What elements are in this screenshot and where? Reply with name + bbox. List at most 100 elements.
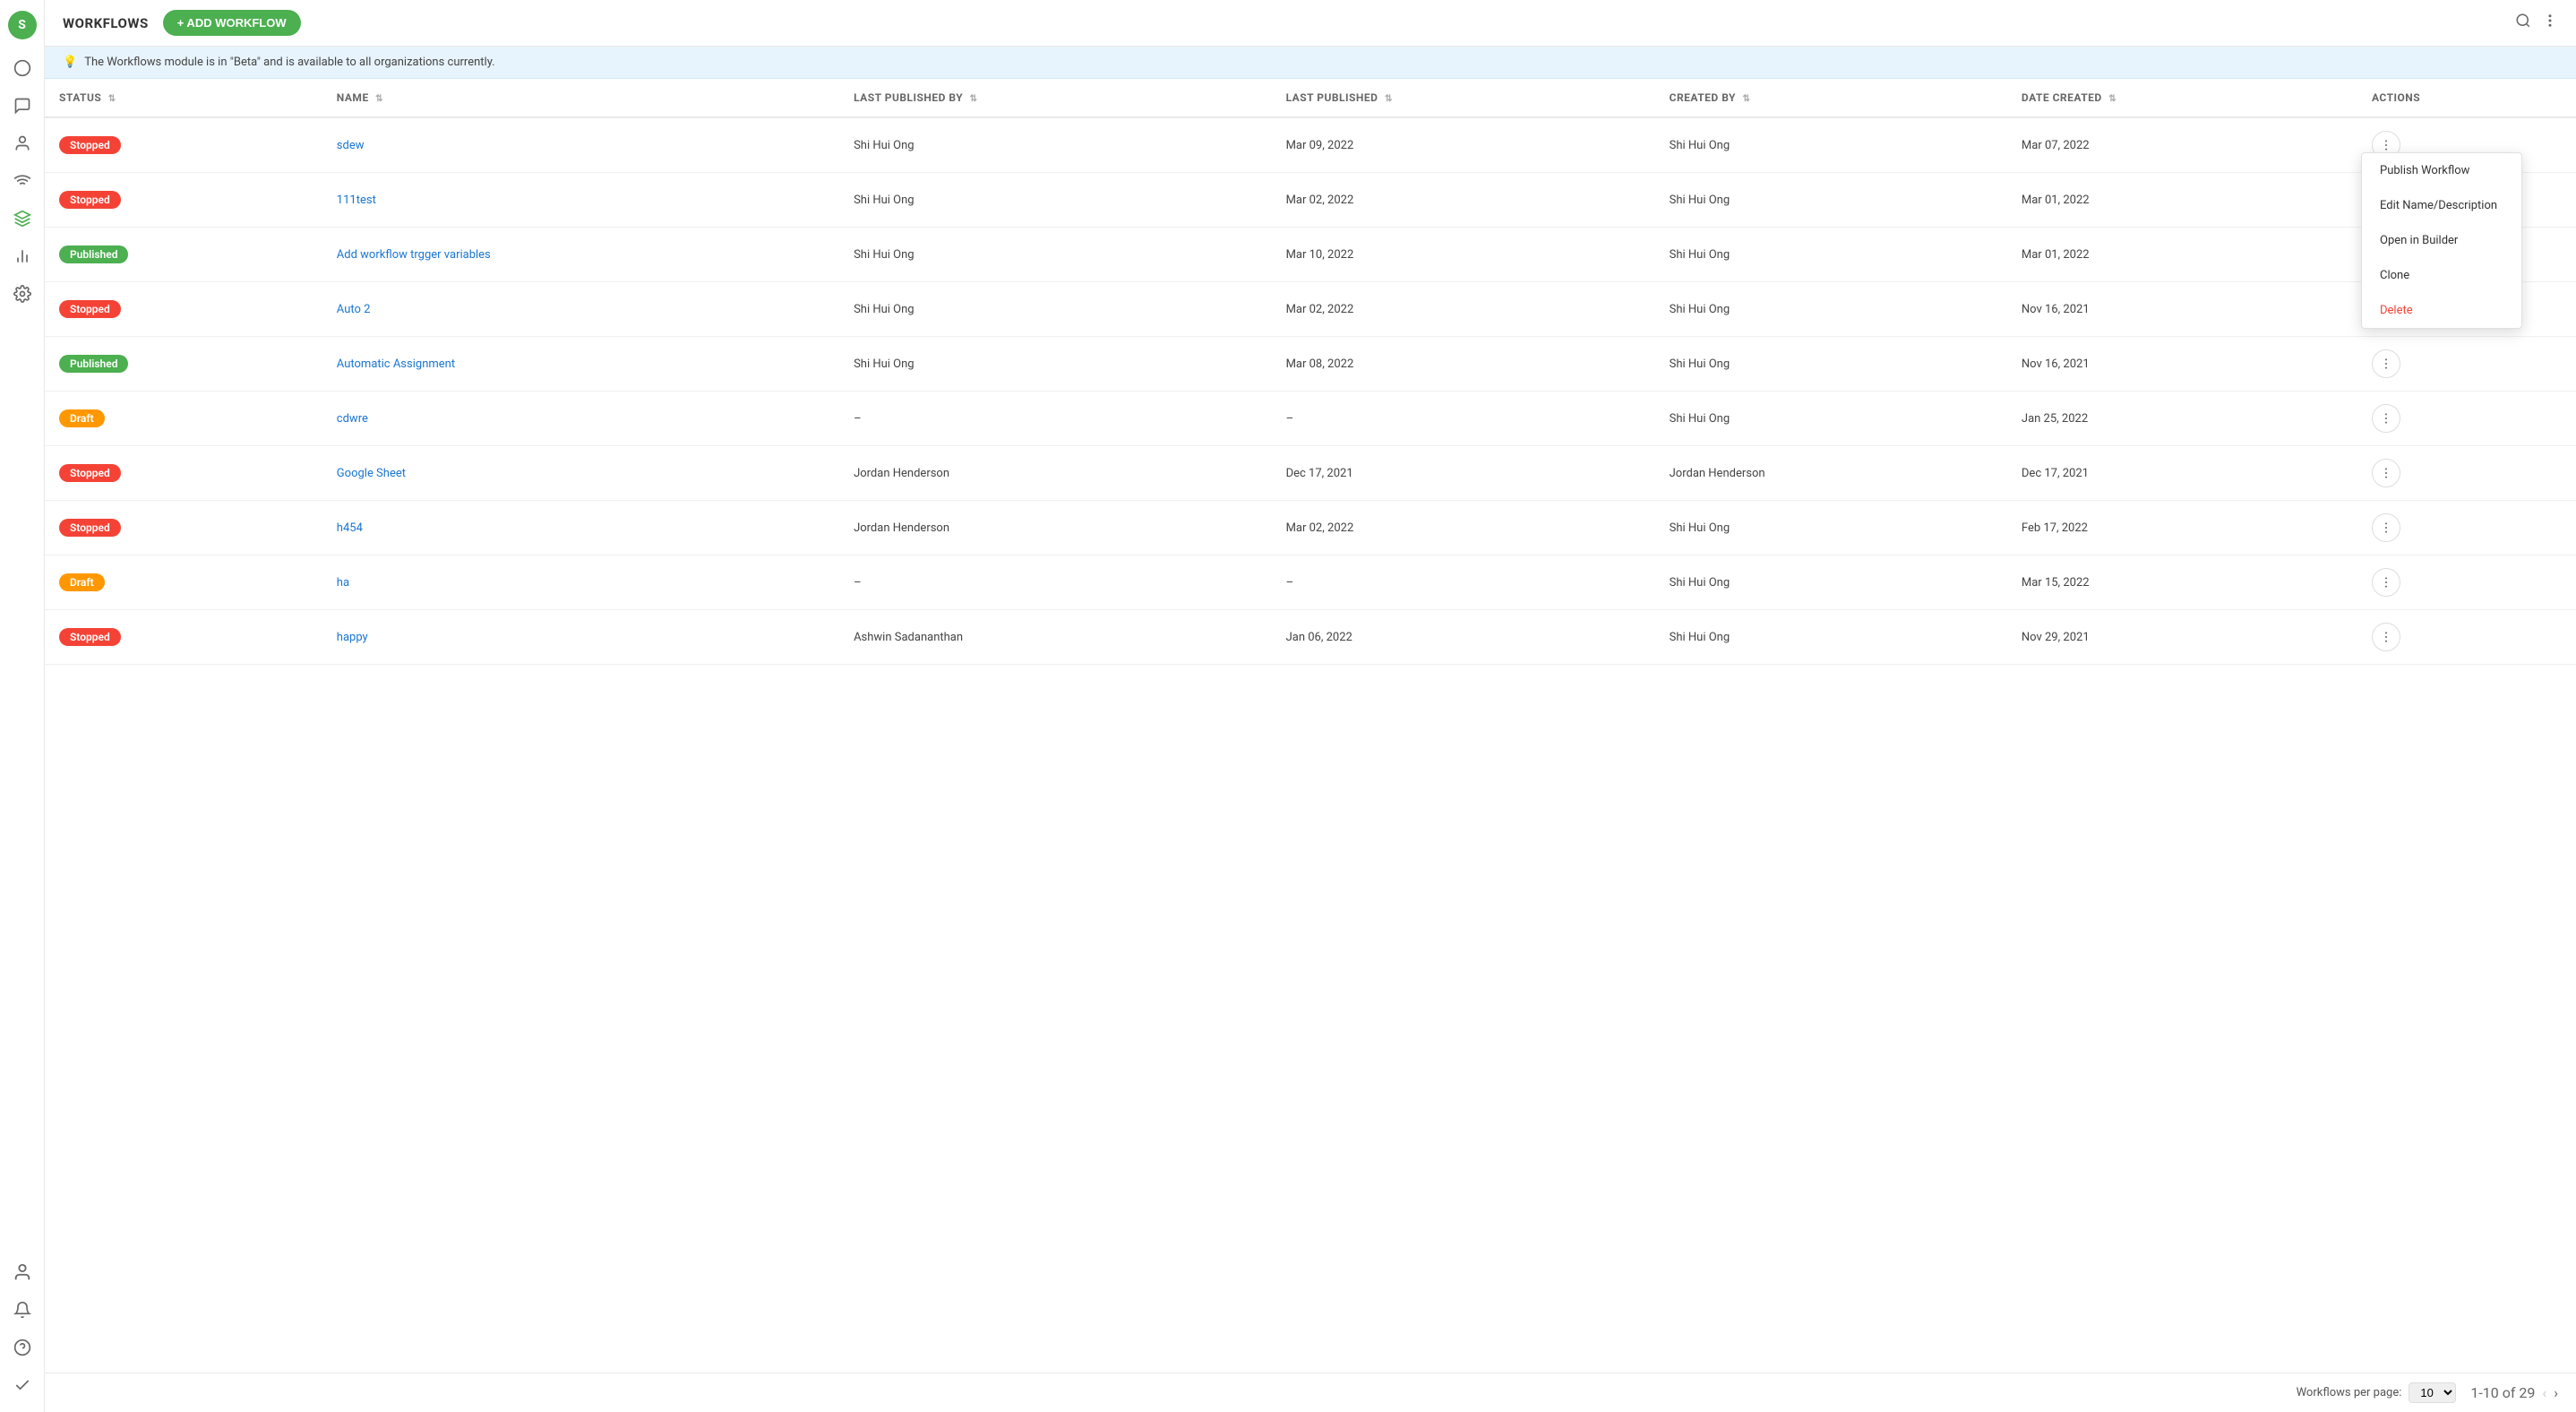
main-content: WORKFLOWS + ADD WORKFLOW 💡 The Workflows… [45, 0, 2576, 1412]
last-published-by-cell: – [839, 555, 1272, 610]
actions-cell [2357, 446, 2576, 501]
created-by-cell: Shi Hui Ong [1655, 228, 2007, 282]
per-page-select[interactable]: 10 25 50 [2409, 1382, 2456, 1403]
workflow-name-link[interactable]: Google Sheet [337, 467, 406, 480]
sidebar-item-contacts[interactable] [6, 127, 39, 159]
pagination-navigation: 1-10 of 29 ‹ › [2470, 1384, 2558, 1401]
lpb-sort-icon: ⇅ [970, 94, 978, 104]
last-published-cell: Jan 06, 2022 [1272, 610, 1655, 665]
context-menu-item-clone[interactable]: Clone [2362, 258, 2521, 293]
status-badge: Stopped [59, 300, 121, 318]
status-badge: Stopped [59, 464, 121, 482]
pagination-range: 1-10 of 29 [2470, 1384, 2535, 1401]
workflow-name-link[interactable]: ha [337, 576, 349, 590]
avatar[interactable]: S [8, 11, 37, 39]
next-page-icon[interactable]: › [2554, 1384, 2558, 1401]
context-menu-item-delete[interactable]: Delete [2362, 293, 2521, 328]
table-row: Stopped Auto 2 Shi Hui Ong Mar 02, 2022 … [45, 282, 2576, 337]
status-cell: Stopped [45, 173, 322, 228]
last-published-by-cell: Shi Hui Ong [839, 337, 1272, 392]
beta-icon: 💡 [63, 56, 77, 69]
page-header: WORKFLOWS + ADD WORKFLOW [45, 0, 2576, 47]
workflow-name-link[interactable]: h454 [337, 521, 363, 535]
last-published-cell: Mar 02, 2022 [1272, 173, 1655, 228]
name-cell: ha [322, 555, 839, 610]
beta-banner: 💡 The Workflows module is in "Beta" and … [45, 47, 2576, 79]
row-more-button[interactable] [2372, 623, 2400, 651]
more-options-icon[interactable] [2542, 13, 2558, 33]
row-more-button[interactable] [2372, 349, 2400, 378]
col-status[interactable]: STATUS ⇅ [45, 79, 322, 117]
last-published-cell: Mar 09, 2022 [1272, 117, 1655, 173]
status-cell: Stopped [45, 282, 322, 337]
name-cell: cdwre [322, 392, 839, 446]
name-cell: Automatic Assignment [322, 337, 839, 392]
workflow-name-link[interactable]: cdwre [337, 412, 368, 426]
col-created-by[interactable]: CREATED BY ⇅ [1655, 79, 2007, 117]
table-row: Draft cdwre – – Shi Hui Ong Jan 25, 2022 [45, 392, 2576, 446]
created-by-cell: Shi Hui Ong [1655, 501, 2007, 555]
workflow-name-link[interactable]: happy [337, 631, 368, 644]
name-cell: 111test [322, 173, 839, 228]
row-more-button[interactable] [2372, 513, 2400, 542]
date-created-cell: Mar 15, 2022 [2007, 555, 2357, 610]
workflow-name-link[interactable]: Automatic Assignment [337, 357, 455, 371]
created-by-cell: Shi Hui Ong [1655, 173, 2007, 228]
last-published-cell: Mar 08, 2022 [1272, 337, 1655, 392]
col-last-published[interactable]: LAST PUBLISHED ⇅ [1272, 79, 1655, 117]
workflow-name-link[interactable]: Add workflow trgger variables [337, 248, 491, 262]
last-published-cell: Mar 10, 2022 [1272, 228, 1655, 282]
table-row: Stopped h454 Jordan Henderson Mar 02, 20… [45, 501, 2576, 555]
created-by-cell: Shi Hui Ong [1655, 337, 2007, 392]
date-created-cell: Dec 17, 2021 [2007, 446, 2357, 501]
workflow-name-link[interactable]: Auto 2 [337, 303, 371, 316]
name-cell: happy [322, 610, 839, 665]
status-cell: Stopped [45, 610, 322, 665]
name-cell: h454 [322, 501, 839, 555]
status-badge: Draft [59, 409, 105, 427]
sidebar-item-home[interactable] [6, 52, 39, 84]
sidebar-item-reports[interactable] [6, 240, 39, 272]
sidebar-item-settings[interactable] [6, 278, 39, 310]
created-by-cell: Shi Hui Ong [1655, 392, 2007, 446]
row-more-button[interactable] [2372, 568, 2400, 597]
context-menu-item-open-in-builder[interactable]: Open in Builder [2362, 223, 2521, 258]
created-by-cell: Shi Hui Ong [1655, 555, 2007, 610]
sidebar-item-profile[interactable] [6, 1256, 39, 1288]
table-row: Stopped 111test Shi Hui Ong Mar 02, 2022… [45, 173, 2576, 228]
add-workflow-button[interactable]: + ADD WORKFLOW [163, 10, 301, 36]
sidebar-item-help[interactable] [6, 1331, 39, 1364]
table-header-row: STATUS ⇅ NAME ⇅ LAST PUBLISHED BY ⇅ LAST… [45, 79, 2576, 117]
sidebar-item-broadcasts[interactable] [6, 165, 39, 197]
workflow-name-link[interactable]: sdew [337, 139, 365, 152]
pagination-bar: Workflows per page: 10 25 50 1-10 of 29 … [45, 1373, 2576, 1412]
sidebar-item-workflows[interactable] [6, 202, 39, 235]
workflows-table: STATUS ⇅ NAME ⇅ LAST PUBLISHED BY ⇅ LAST… [45, 79, 2576, 665]
row-more-button[interactable] [2372, 459, 2400, 487]
date-created-cell: Feb 17, 2022 [2007, 501, 2357, 555]
row-more-button[interactable] [2372, 404, 2400, 433]
name-cell: Auto 2 [322, 282, 839, 337]
date-created-cell: Mar 01, 2022 [2007, 228, 2357, 282]
search-icon[interactable] [2515, 13, 2531, 33]
context-menu-item-publish-workflow[interactable]: Publish Workflow [2362, 153, 2521, 188]
sidebar-item-notifications[interactable] [6, 1294, 39, 1326]
status-badge: Stopped [59, 519, 121, 537]
status-cell: Stopped [45, 501, 322, 555]
workflow-name-link[interactable]: 111test [337, 194, 376, 207]
col-last-published-by[interactable]: LAST PUBLISHED BY ⇅ [839, 79, 1272, 117]
last-published-cell: – [1272, 555, 1655, 610]
status-cell: Draft [45, 392, 322, 446]
table-row: Draft ha – – Shi Hui Ong Mar 15, 2022 [45, 555, 2576, 610]
last-published-by-cell: Ashwin Sadananthan [839, 610, 1272, 665]
col-name[interactable]: NAME ⇅ [322, 79, 839, 117]
prev-page-icon[interactable]: ‹ [2542, 1384, 2546, 1401]
col-date-created[interactable]: DATE CREATED ⇅ [2007, 79, 2357, 117]
context-menu-item-edit-name-description[interactable]: Edit Name/Description [2362, 188, 2521, 223]
date-created-cell: Nov 16, 2021 [2007, 337, 2357, 392]
table-row: Stopped sdew Shi Hui Ong Mar 09, 2022 Sh… [45, 117, 2576, 173]
sidebar-item-tasks[interactable] [6, 1369, 39, 1401]
lp-sort-icon: ⇅ [1385, 94, 1393, 104]
workflows-table-container: STATUS ⇅ NAME ⇅ LAST PUBLISHED BY ⇅ LAST… [45, 79, 2576, 1373]
sidebar-item-chat[interactable] [6, 90, 39, 122]
